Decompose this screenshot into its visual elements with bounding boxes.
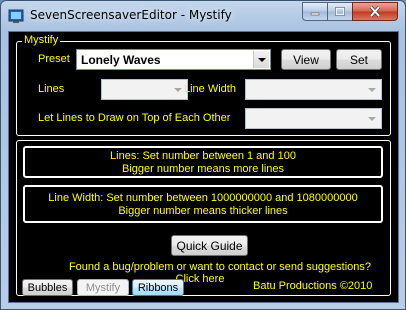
lines-select[interactable]	[101, 79, 188, 100]
line-width-select[interactable]	[245, 79, 382, 100]
tab-ribbons[interactable]: Ribbons	[132, 279, 184, 296]
tab-mystify[interactable]: Mystify	[77, 279, 129, 296]
preset-value: Lonely Waves	[81, 53, 161, 67]
contact-line1[interactable]: Found a bug/problem or want to contact o…	[47, 261, 393, 273]
overlap-label: Let Lines to Draw on Top of Each Other	[38, 112, 231, 124]
window-title: SevenScreensaverEditor - Mystify	[30, 8, 232, 22]
info-group: Lines: Set number between 1 and 100 Bigg…	[16, 140, 391, 296]
line-width-info-box: Line Width: Set number between 100000000…	[23, 185, 383, 223]
preset-select[interactable]: Lonely Waves	[76, 49, 271, 70]
close-icon	[369, 6, 381, 17]
title-bar[interactable]: SevenScreensaverEditor - Mystify	[1, 1, 405, 31]
width-info-line2: Bigger number means thicker lines	[118, 205, 288, 217]
quick-guide-button[interactable]: Quick Guide	[171, 235, 248, 256]
width-info-line1: Line Width: Set number between 100000000…	[48, 192, 358, 204]
maximize-button[interactable]	[327, 2, 353, 21]
lines-info-box: Lines: Set number between 1 and 100 Bigg…	[23, 146, 383, 178]
minimize-button[interactable]	[302, 2, 328, 21]
close-button[interactable]	[352, 2, 398, 21]
preset-label: Preset	[38, 53, 70, 65]
tab-bubbles[interactable]: Bubbles	[22, 279, 73, 296]
lines-info-line1: Lines: Set number between 1 and 100	[110, 150, 296, 162]
credit-text: Batu Productions ©2010	[253, 280, 373, 292]
set-button[interactable]: Set	[336, 49, 382, 70]
chevron-down-icon[interactable]	[364, 110, 380, 127]
overlap-select[interactable]	[245, 108, 382, 129]
chevron-down-icon[interactable]	[253, 51, 269, 68]
view-button[interactable]: View	[281, 49, 331, 70]
group-legend: Mystify	[22, 34, 61, 46]
app-icon	[8, 9, 24, 23]
minimize-icon	[310, 12, 320, 15]
lines-info-line2: Bigger number means more lines	[121, 163, 285, 175]
mystify-settings-group: Mystify Preset Lonely Waves View Set Lin…	[16, 34, 391, 136]
app-window: SevenScreensaverEditor - Mystify Mystify…	[0, 0, 406, 310]
maximize-icon	[335, 7, 345, 16]
client-area: Mystify Preset Lonely Waves View Set Lin…	[8, 31, 399, 303]
line-width-label: Line Width	[184, 83, 236, 95]
chevron-down-icon[interactable]	[364, 81, 380, 98]
lines-label: Lines	[38, 83, 65, 95]
